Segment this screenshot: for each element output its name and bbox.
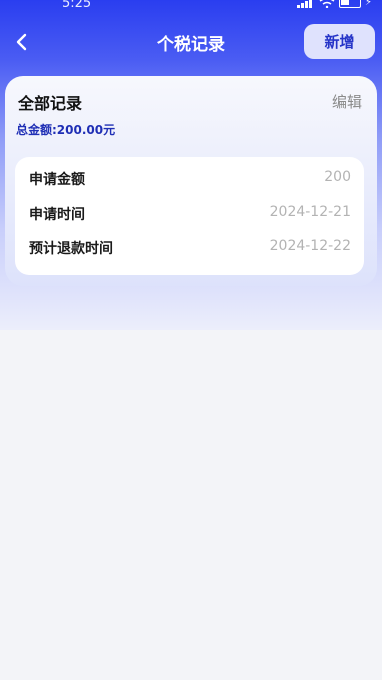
total-amount: 总金额:200.00元 bbox=[16, 123, 116, 137]
records-title: 全部记录 bbox=[18, 94, 83, 113]
battery-icon bbox=[338, 0, 361, 8]
record-row-value: 200 bbox=[324, 169, 351, 185]
navigation-bar: 个税记录 新增 bbox=[0, 22, 382, 62]
record-row-label: 预计退款时间 bbox=[29, 241, 113, 257]
wifi-icon bbox=[319, 0, 335, 8]
record-row-value: 2024-12-22 bbox=[269, 238, 351, 254]
status-icons: ⚡ bbox=[296, 0, 372, 8]
signal-icon bbox=[296, 0, 315, 8]
edit-button[interactable]: 编辑 bbox=[332, 91, 362, 112]
record-row-amount: 申请金额 200 bbox=[29, 169, 351, 189]
record-row-value: 2024-12-21 bbox=[269, 204, 351, 220]
record-row-apply-date: 申请时间 2024-12-21 bbox=[29, 204, 351, 224]
charging-icon: ⚡ bbox=[364, 0, 372, 8]
record-card[interactable]: 申请金额 200 申请时间 2024-12-21 预计退款时间 2024-12-… bbox=[15, 157, 364, 275]
record-row-label: 申请时间 bbox=[29, 207, 85, 223]
record-row-refund-date: 预计退款时间 2024-12-22 bbox=[29, 238, 351, 258]
status-bar: 5:25 ⚡ bbox=[0, 0, 382, 14]
records-panel: 全部记录 编辑 总金额:200.00元 申请金额 200 申请时间 2024-1… bbox=[5, 76, 377, 286]
add-record-button[interactable]: 新增 bbox=[304, 24, 375, 59]
status-time: 5:25 bbox=[62, 0, 92, 11]
record-row-label: 申请金额 bbox=[29, 172, 85, 188]
